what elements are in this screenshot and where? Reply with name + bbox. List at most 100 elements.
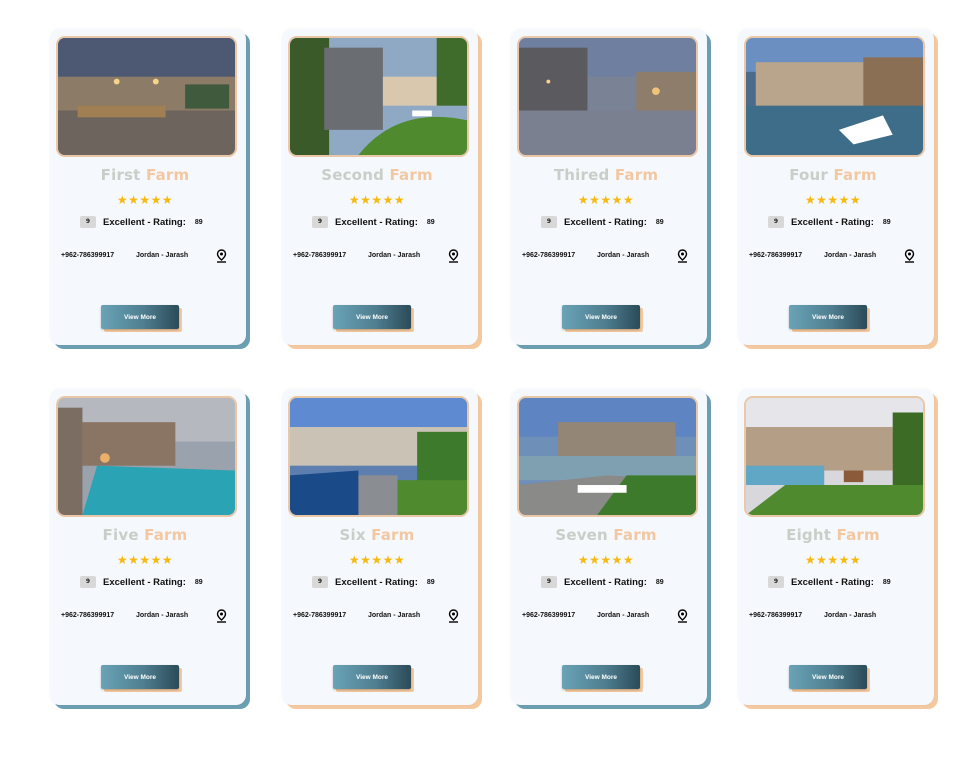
phone-number[interactable]: +962-786399917 [749, 252, 802, 259]
rating-label: Excellent - Rating: [791, 576, 874, 588]
rating-value: 89 [882, 218, 891, 226]
rating-label: Excellent - Rating: [335, 216, 418, 228]
farm-photo [56, 396, 237, 517]
view-more-button[interactable]: View More [562, 305, 640, 329]
farm-card: First Farm ★★★★★ 9 Excellent - Rating: 8… [50, 29, 250, 349]
location-pin-icon[interactable] [904, 249, 915, 263]
farm-photo [56, 36, 237, 157]
contact-row: +962-786399917 Jordan - Jarash [520, 249, 692, 263]
rating-row: 9 Excellent - Rating: 89 [768, 575, 891, 589]
view-more-button[interactable]: View More [333, 665, 411, 689]
farm-photo [744, 396, 925, 517]
rating-label: Excellent - Rating: [103, 576, 186, 588]
score-badge: 9 [541, 576, 557, 588]
view-more-button[interactable]: View More [789, 305, 867, 329]
contact-row: +962-786399917 Jordan - Jarash [59, 609, 231, 623]
farm-title: First Farm [100, 166, 190, 184]
contact-row: +962-786399917 Jordan - Jarash [291, 609, 463, 623]
location-text: Jordan - Jarash [136, 612, 189, 619]
score-badge: 9 [541, 216, 557, 228]
phone-number[interactable]: +962-786399917 [293, 612, 346, 619]
star-rating: ★★★★★ [348, 193, 406, 207]
star-rating: ★★★★★ [577, 553, 635, 567]
rating-value: 89 [194, 578, 203, 586]
location-pin-icon[interactable] [216, 609, 227, 623]
location-text: Jordan - Jarash [824, 252, 877, 259]
rating-row: 9 Excellent - Rating: 89 [312, 575, 435, 589]
phone-number[interactable]: +962-786399917 [293, 252, 346, 259]
farm-card: Four Farm ★★★★★ 9 Excellent - Rating: 89… [738, 29, 938, 349]
farm-title: Seven Farm [555, 526, 657, 544]
location-text: Jordan - Jarash [824, 612, 877, 619]
rating-row: 9 Excellent - Rating: 89 [312, 215, 435, 229]
farm-photo [517, 396, 698, 517]
location-text: Jordan - Jarash [597, 252, 650, 259]
view-more-wrapper: View More [789, 665, 870, 692]
star-rating: ★★★★★ [348, 553, 406, 567]
location-text: Jordan - Jarash [368, 252, 421, 259]
score-badge: 9 [312, 576, 328, 588]
rating-label: Excellent - Rating: [564, 576, 647, 588]
star-rating: ★★★★★ [577, 193, 635, 207]
farm-title: Four Farm [789, 166, 877, 184]
farm-title: Thired Farm [553, 166, 659, 184]
phone-number[interactable]: +962-786399917 [749, 612, 802, 619]
view-more-wrapper: View More [101, 665, 182, 692]
contact-row: +962-786399917 Jordan - Jarash [747, 249, 919, 263]
rating-row: 9 Excellent - Rating: 89 [768, 215, 891, 229]
rating-label: Excellent - Rating: [335, 576, 418, 588]
farm-card: Five Farm ★★★★★ 9 Excellent - Rating: 89… [50, 389, 250, 709]
farm-photo [744, 36, 925, 157]
rating-row: 9 Excellent - Rating: 89 [80, 575, 203, 589]
location-text: Jordan - Jarash [368, 612, 421, 619]
rating-value: 89 [426, 578, 435, 586]
rating-row: 9 Excellent - Rating: 89 [80, 215, 203, 229]
farm-title: Eight Farm [786, 526, 880, 544]
location-pin-icon[interactable] [448, 609, 459, 623]
contact-row: +962-786399917 Jordan - Jarash [520, 609, 692, 623]
score-badge: 9 [312, 216, 328, 228]
farm-title: Second Farm [321, 166, 433, 184]
location-text: Jordan - Jarash [136, 252, 189, 259]
location-pin-icon[interactable] [677, 249, 688, 263]
card-body: Five Farm ★★★★★ 9 Excellent - Rating: 89… [50, 389, 246, 705]
star-rating: ★★★★★ [116, 553, 174, 567]
location-pin-icon[interactable] [677, 609, 688, 623]
farm-card: Seven Farm ★★★★★ 9 Excellent - Rating: 8… [511, 389, 711, 709]
view-more-wrapper: View More [562, 665, 643, 692]
rating-label: Excellent - Rating: [103, 216, 186, 228]
view-more-wrapper: View More [562, 305, 643, 332]
location-pin-icon[interactable] [448, 249, 459, 263]
phone-number[interactable]: +962-786399917 [522, 252, 575, 259]
phone-number[interactable]: +962-786399917 [61, 252, 114, 259]
rating-label: Excellent - Rating: [564, 216, 647, 228]
star-rating: ★★★★★ [804, 553, 862, 567]
farm-title: Six Farm [339, 526, 415, 544]
location-pin-icon[interactable] [216, 249, 227, 263]
card-body: Thired Farm ★★★★★ 9 Excellent - Rating: … [511, 29, 707, 345]
view-more-button[interactable]: View More [789, 665, 867, 689]
card-body: First Farm ★★★★★ 9 Excellent - Rating: 8… [50, 29, 246, 345]
star-rating: ★★★★★ [804, 193, 862, 207]
score-badge: 9 [768, 216, 784, 228]
star-rating: ★★★★★ [116, 193, 174, 207]
farm-card: Thired Farm ★★★★★ 9 Excellent - Rating: … [511, 29, 711, 349]
view-more-button[interactable]: View More [101, 665, 179, 689]
phone-number[interactable]: +962-786399917 [522, 612, 575, 619]
view-more-button[interactable]: View More [562, 665, 640, 689]
rating-value: 89 [426, 218, 435, 226]
location-text: Jordan - Jarash [597, 612, 650, 619]
view-more-button[interactable]: View More [101, 305, 179, 329]
view-more-button[interactable]: View More [333, 305, 411, 329]
rating-value: 89 [194, 218, 203, 226]
view-more-wrapper: View More [101, 305, 182, 332]
view-more-wrapper: View More [789, 305, 870, 332]
contact-row: +962-786399917 Jordan - Jarash [747, 609, 919, 623]
contact-row: +962-786399917 Jordan - Jarash [59, 249, 231, 263]
farm-photo [288, 36, 469, 157]
rating-row: 9 Excellent - Rating: 89 [541, 575, 664, 589]
phone-number[interactable]: +962-786399917 [61, 612, 114, 619]
card-body: Six Farm ★★★★★ 9 Excellent - Rating: 89 … [282, 389, 478, 705]
rating-value: 89 [655, 218, 664, 226]
score-badge: 9 [80, 216, 96, 228]
